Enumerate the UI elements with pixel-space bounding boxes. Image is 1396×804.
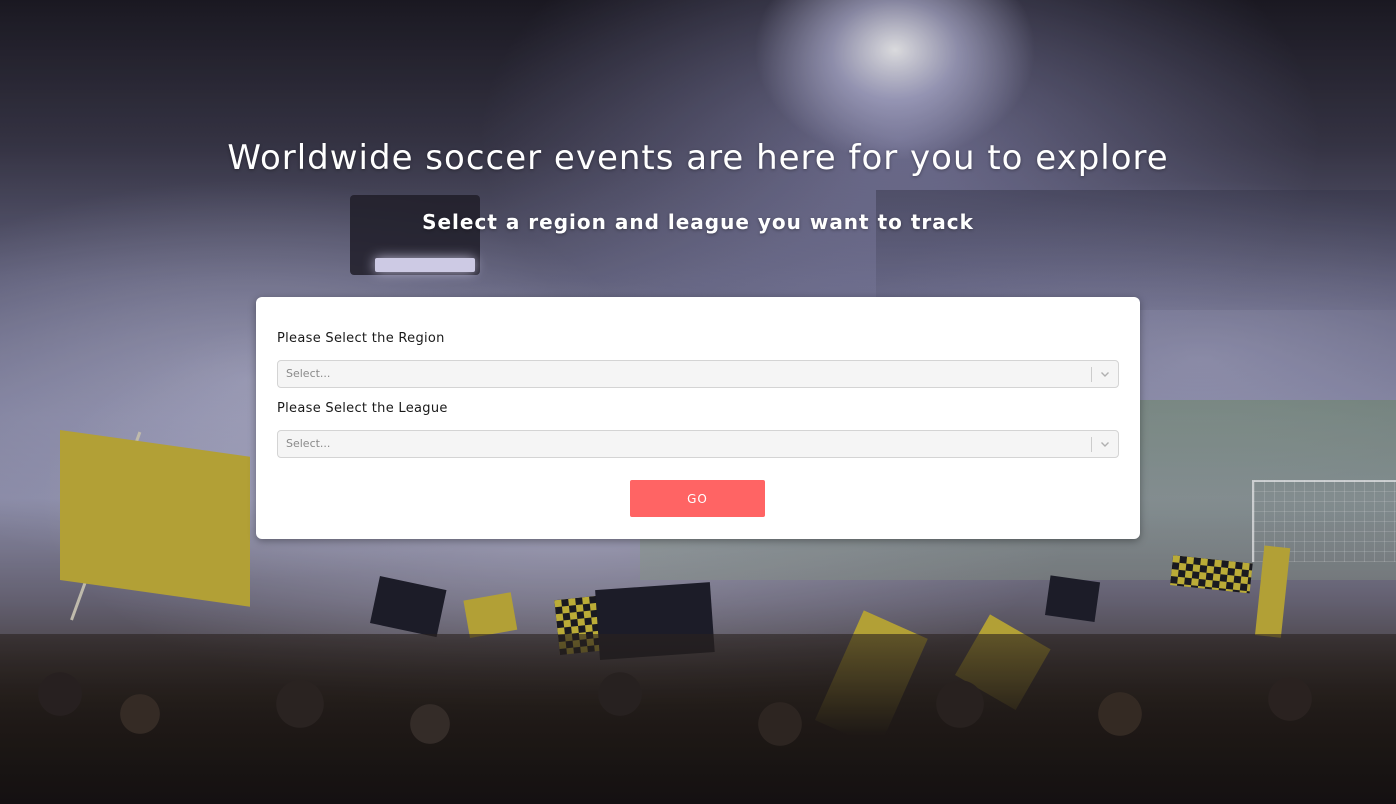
league-label: Please Select the League [277,401,448,416]
chevron-down-icon[interactable] [1100,439,1110,449]
go-button[interactable]: GO [630,480,765,517]
league-select-placeholder: Select... [286,437,331,450]
indicator-separator [1091,367,1092,382]
region-select[interactable]: Select... [277,360,1119,388]
page: Worldwide soccer events are here for you… [0,0,1396,804]
selection-card: Please Select the Region Select... Pleas… [256,297,1140,539]
region-label: Please Select the Region [277,331,445,346]
page-subtitle: Select a region and league you want to t… [422,210,974,234]
page-title: Worldwide soccer events are here for you… [227,138,1169,178]
indicator-separator [1091,437,1092,452]
region-select-placeholder: Select... [286,367,331,380]
chevron-down-icon[interactable] [1100,369,1110,379]
league-select[interactable]: Select... [277,430,1119,458]
